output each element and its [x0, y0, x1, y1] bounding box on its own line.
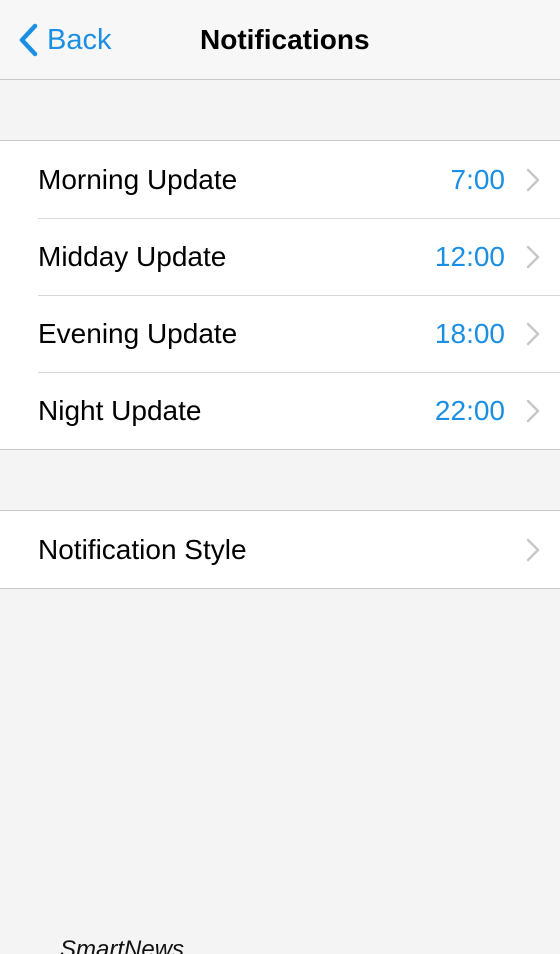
- notifications-screen: Back Notifications Morning Update 7:00 M…: [0, 0, 560, 954]
- chevron-right-icon: [526, 322, 540, 346]
- row-time-value: 18:00: [434, 317, 505, 349]
- row-time-value: 7:00: [450, 163, 506, 195]
- chevron-right-icon: [526, 538, 540, 562]
- notification-style-row[interactable]: Notification Style: [0, 511, 560, 588]
- row-label: Notification Style: [38, 533, 247, 565]
- night-update-row[interactable]: Night Update 22:00: [0, 372, 560, 449]
- chevron-right-icon: [526, 168, 540, 192]
- back-button[interactable]: Back: [18, 18, 111, 62]
- smartnews-logo: SmartNews: [60, 936, 185, 954]
- row-time-value: 12:00: [434, 240, 505, 272]
- row-label: Morning Update: [38, 163, 238, 195]
- page-title: Notifications: [200, 24, 370, 55]
- evening-update-row[interactable]: Evening Update 18:00: [0, 295, 560, 372]
- update-times-group: Morning Update 7:00 Midday Update 12:00 …: [0, 140, 560, 450]
- row-time-value: 22:00: [434, 394, 505, 426]
- row-label: Evening Update: [38, 317, 238, 349]
- midday-update-row[interactable]: Midday Update 12:00: [0, 218, 560, 295]
- navigation-bar: Back Notifications: [0, 0, 560, 80]
- back-label: Back: [47, 23, 112, 56]
- notification-style-group: Notification Style: [0, 510, 560, 589]
- chevron-right-icon: [526, 399, 540, 423]
- morning-update-row[interactable]: Morning Update 7:00: [0, 141, 560, 218]
- row-label: Midday Update: [38, 240, 227, 272]
- row-label: Night Update: [38, 394, 202, 426]
- chevron-right-icon: [526, 245, 540, 269]
- chevron-left-icon: [18, 23, 38, 57]
